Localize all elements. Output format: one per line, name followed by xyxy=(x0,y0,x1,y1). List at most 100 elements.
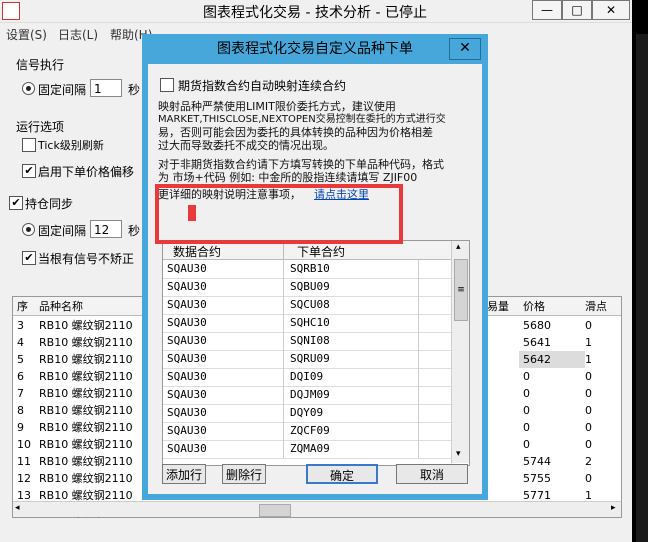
data-contract-cell[interactable]: SQAU30 xyxy=(167,314,279,332)
row-slip: 0 xyxy=(585,319,592,332)
mapping-row[interactable]: SQAU30 SQBU09 xyxy=(163,278,451,297)
mapping-row[interactable]: SQAU30 SQRU09 xyxy=(163,350,451,369)
data-contract-cell[interactable]: SQAU30 xyxy=(167,296,279,314)
order-contract-cell[interactable]: DQI09 xyxy=(283,368,419,386)
mapping-row[interactable]: SQAU30 SQRB10 xyxy=(163,260,451,279)
row-price: 0 xyxy=(523,438,530,451)
price-offset-checkbox[interactable]: ✔ xyxy=(22,164,36,178)
window-title: 图表程式化交易 - 技术分析 - 已停止 xyxy=(203,5,427,21)
grid-header-seq[interactable]: 序 xyxy=(17,298,28,315)
sync-fixed-interval-radio[interactable] xyxy=(22,223,35,236)
mapping-row[interactable]: SQAU30 SQNI08 xyxy=(163,332,451,351)
signal-interval-input[interactable]: 1 xyxy=(90,79,122,97)
dialog-note-1-line-1: 映射品种严禁使用LIMIT限价委托方式，建议使用 xyxy=(158,100,396,113)
background-strip xyxy=(636,34,648,542)
row-price: 0 xyxy=(523,421,530,434)
close-button[interactable]: ✕ xyxy=(592,0,630,20)
row-name: RB10 螺纹钢2110 xyxy=(39,370,133,383)
tick-refresh-checkbox[interactable] xyxy=(22,138,36,152)
title-bar: 图表程式化交易 - 技术分析 - 已停止 — □ ✕ xyxy=(0,0,632,23)
mapping-row[interactable]: SQAU30 SQCU08 xyxy=(163,296,451,315)
scroll-left-icon[interactable]: ◂ xyxy=(15,503,20,513)
grid-header-qty[interactable]: 易量 xyxy=(487,298,509,315)
add-row-button[interactable]: 添加行 xyxy=(162,464,206,484)
mapping-row[interactable]: SQAU30 DQJM09 xyxy=(163,386,451,405)
dialog-note-2-line-2: 为 市场+代码 例如: 中金所的股指连续请填写 ZJIF00 xyxy=(158,171,418,184)
row-seq: 3 xyxy=(17,319,24,332)
mapping-row[interactable]: SQAU30 DQY09 xyxy=(163,404,451,423)
row-name: RB10 螺纹钢2110 xyxy=(39,336,133,349)
menu-log[interactable]: 日志(L) xyxy=(58,26,98,43)
auto-map-checkbox[interactable] xyxy=(160,78,174,92)
mapping-row[interactable]: SQAU30 ZQCF09 xyxy=(163,422,451,441)
data-contract-cell[interactable]: SQAU30 xyxy=(167,278,279,296)
row-seq: 6 xyxy=(17,370,24,383)
dialog-note-1-line-4: 过大而导致委托不成交的情况出现。 xyxy=(158,139,334,152)
data-contract-cell[interactable]: SQAU30 xyxy=(167,350,279,368)
mapping-table-vscroll[interactable]: ▴ ≡ ▾ xyxy=(451,241,469,463)
grid-scroll-thumb[interactable] xyxy=(259,504,291,517)
mapping-row[interactable]: SQAU30 SQHC10 xyxy=(163,314,451,333)
dialog-note-2-line-1: 对于非期货指数合约请下方填写转换的下单品种代码，格式 xyxy=(158,158,444,171)
mapping-row[interactable]: SQAU30 DQI09 xyxy=(163,368,451,387)
data-contract-cell[interactable]: SQAU30 xyxy=(167,386,279,404)
grid-header-slip[interactable]: 滑点 xyxy=(585,298,607,315)
row-price: 5755 xyxy=(523,472,551,485)
order-contract-cell[interactable]: SQCU08 xyxy=(283,296,419,314)
cancel-button[interactable]: 取消 xyxy=(396,464,468,484)
row-slip: 0 xyxy=(585,421,592,434)
data-contract-cell[interactable]: SQAU30 xyxy=(167,440,279,458)
scroll-down-icon[interactable]: ▾ xyxy=(456,449,461,459)
position-sync-checkbox[interactable]: ✔ xyxy=(9,196,23,210)
row-price: 5744 xyxy=(523,455,551,468)
row-price: 5680 xyxy=(523,319,551,332)
mapping-table[interactable]: 数据合约 下单合约 SQAU30 SQRB10 SQAU30 SQBU09 SQAU30… xyxy=(162,240,470,466)
data-contract-cell[interactable]: SQAU30 xyxy=(167,404,279,422)
mapping-row[interactable]: SQAU30 ZQMA09 xyxy=(163,440,451,459)
row-price: 0 xyxy=(523,404,530,417)
no-correct-checkbox[interactable]: ✔ xyxy=(22,251,36,265)
row-slip: 0 xyxy=(585,370,592,383)
data-contract-cell[interactable]: SQAU30 xyxy=(167,422,279,440)
dialog-close-button[interactable]: ✕ xyxy=(449,38,481,60)
header-order-contract[interactable]: 下单合约 xyxy=(297,243,345,260)
row-slip: 1 xyxy=(585,353,592,366)
grid-header-name[interactable]: 品种名称 xyxy=(39,298,83,315)
order-contract-cell[interactable]: SQBU09 xyxy=(283,278,419,296)
menu-settings[interactable]: 设置(S) xyxy=(6,26,47,43)
order-contract-cell[interactable]: SQRU09 xyxy=(283,350,419,368)
order-contract-cell[interactable]: ZQCF09 xyxy=(283,422,419,440)
minimize-button[interactable]: — xyxy=(532,0,562,20)
order-contract-cell[interactable]: SQNI08 xyxy=(283,332,419,350)
highlight-marker xyxy=(188,205,196,221)
grid-header-price[interactable]: 价格 xyxy=(523,298,545,315)
delete-row-button[interactable]: 删除行 xyxy=(222,464,266,484)
row-seq: 7 xyxy=(17,387,24,400)
sync-interval-input[interactable]: 12 xyxy=(90,220,122,238)
scroll-thumb-icon[interactable]: ≡ xyxy=(454,259,468,321)
no-correct-label: 当根有信号不矫正 xyxy=(38,252,135,266)
order-contract-cell[interactable]: DQJM09 xyxy=(283,386,419,404)
ok-button[interactable]: 确定 xyxy=(306,464,378,484)
row-slip: 1 xyxy=(585,336,592,349)
data-contract-cell[interactable]: SQAU30 xyxy=(167,332,279,350)
order-contract-cell[interactable]: SQHC10 xyxy=(283,314,419,332)
signal-fixed-interval-radio[interactable] xyxy=(22,82,35,95)
scroll-up-icon[interactable]: ▴ xyxy=(456,242,461,252)
header-data-contract[interactable]: 数据合约 xyxy=(173,243,221,260)
row-price: 5642 xyxy=(519,351,585,368)
row-price: 0 xyxy=(523,370,530,383)
data-contract-cell[interactable]: SQAU30 xyxy=(167,368,279,386)
order-contract-cell[interactable]: DQY09 xyxy=(283,404,419,422)
scroll-right-icon[interactable]: ▸ xyxy=(611,503,616,513)
data-contract-cell[interactable]: SQAU30 xyxy=(167,260,279,278)
row-slip: 0 xyxy=(585,387,592,400)
position-sync-label: 持仓同步 xyxy=(25,197,74,211)
row-slip: 2 xyxy=(585,455,592,468)
order-contract-cell[interactable]: ZQMA09 xyxy=(283,440,419,458)
run-options-label: 运行选项 xyxy=(16,120,65,134)
order-contract-cell[interactable]: SQRB10 xyxy=(283,260,419,278)
maximize-button[interactable]: □ xyxy=(562,0,592,20)
grid-horizontal-scrollbar[interactable]: ◂ ▸ xyxy=(13,501,621,517)
dialog-title: 图表程式化交易自定义品种下单 xyxy=(217,41,413,57)
